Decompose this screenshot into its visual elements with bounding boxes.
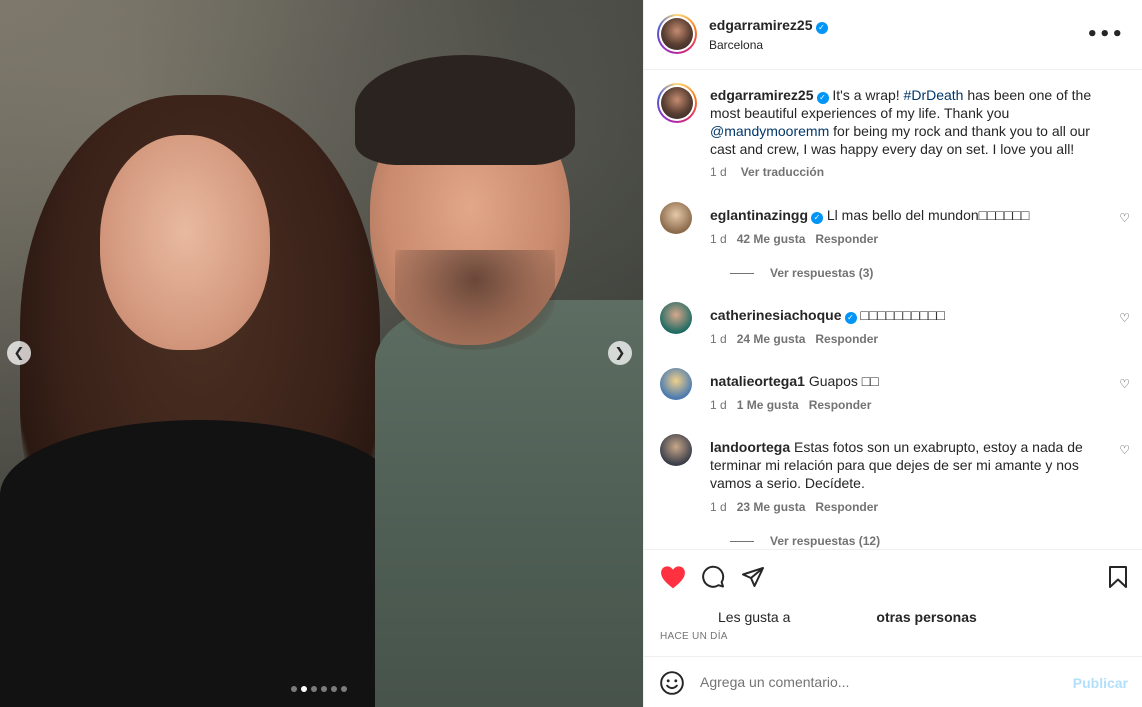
emoji-icon	[660, 671, 684, 695]
caption-avatar[interactable]	[657, 83, 697, 123]
photo-woman-body	[0, 420, 400, 707]
comment-like-icon[interactable]: ♡	[1119, 377, 1130, 391]
like-button[interactable]	[659, 563, 687, 591]
carousel-prev-button[interactable]: ❮	[7, 341, 31, 365]
commenter-avatar[interactable]	[660, 302, 692, 334]
verified-badge-icon: ✓	[816, 92, 829, 104]
post-actions-bar	[644, 549, 1142, 604]
photo-man-hair	[355, 55, 575, 165]
author-username[interactable]: edgarramirez25 ✓	[709, 17, 828, 34]
post-location[interactable]: Barcelona	[709, 38, 763, 52]
post-header: edgarramirez25 ✓ Barcelona •••	[644, 0, 1142, 70]
share-icon	[742, 567, 764, 587]
comment-likes-count[interactable]: 1 Me gusta	[737, 398, 799, 412]
reply-button[interactable]: Responder	[815, 232, 878, 246]
commenter-avatar[interactable]	[660, 368, 692, 400]
chevron-left-icon: ❮	[13, 345, 25, 361]
commenter-username[interactable]: natalieortega1	[710, 373, 805, 389]
commenter-username[interactable]: catherinesiachoque	[710, 307, 842, 323]
comment-like-icon[interactable]: ♡	[1119, 311, 1130, 325]
comment-like-icon[interactable]: ♡	[1119, 211, 1130, 225]
carousel-dot	[311, 686, 317, 692]
chevron-right-icon: ❯	[614, 345, 626, 361]
hashtag-link[interactable]: #DrDeath	[904, 87, 964, 103]
comment-likes-count[interactable]: 42 Me gusta	[737, 232, 806, 246]
comment-text: eglantinazingg ✓ Ll mas bello del mundon□…	[710, 207, 1030, 224]
reply-button[interactable]: Responder	[815, 500, 878, 514]
publish-button[interactable]: Publicar	[1073, 675, 1128, 691]
bookmark-icon	[1109, 566, 1127, 588]
comment-meta: 1 d1 Me gusta Responder	[710, 398, 872, 412]
commenter-username[interactable]: landoortega	[710, 439, 790, 455]
photo-man-shirt	[375, 300, 643, 707]
commenter-avatar[interactable]	[660, 434, 692, 466]
comment-text: natalieortega1 Guapos □□	[710, 373, 879, 389]
comment-like-icon[interactable]: ♡	[1119, 443, 1130, 457]
carousel-dot	[341, 686, 347, 692]
carousel-next-button[interactable]: ❯	[608, 341, 632, 365]
post-side-panel: edgarramirez25 ✓ Barcelona ••• edgarramir…	[643, 0, 1142, 707]
comment-input[interactable]	[700, 671, 1060, 693]
post-media[interactable]: ❮ ❯	[0, 0, 643, 707]
reply-button[interactable]: Responder	[809, 398, 872, 412]
save-button[interactable]	[1104, 563, 1132, 591]
comment-icon	[702, 565, 725, 588]
comment-button[interactable]	[699, 563, 727, 591]
verified-badge-icon: ✓	[815, 22, 828, 34]
author-avatar[interactable]	[657, 14, 697, 54]
carousel-dot	[331, 686, 337, 692]
carousel-dot	[291, 686, 297, 692]
translate-button[interactable]: Ver traducción	[741, 165, 824, 179]
comment-meta: 1 d 23 Me gusta Responder	[710, 500, 879, 514]
view-replies-button[interactable]: Ver respuestas (12)	[730, 534, 880, 548]
add-comment-bar: Publicar	[644, 656, 1142, 707]
commenter-avatar[interactable]	[660, 202, 692, 234]
emoji-button[interactable]	[659, 670, 685, 696]
comment-meta: 1 d 24 Me gusta Responder	[710, 332, 879, 346]
verified-badge-icon: ✓	[844, 312, 857, 324]
commenter-username[interactable]: eglantinazingg	[710, 207, 808, 223]
post-timestamp: HACE UN DÍA	[660, 631, 728, 642]
carousel-dot	[321, 686, 327, 692]
carousel-indicator	[291, 686, 347, 692]
photo-woman-face	[100, 135, 270, 350]
more-options-icon[interactable]: •••	[1086, 24, 1124, 45]
heart-filled-icon	[661, 566, 685, 589]
comment-text: landoortega Estas fotos son un exabrupto…	[710, 439, 1083, 491]
comment-text: catherinesiachoque ✓ □□□□□□□□□□	[710, 307, 945, 324]
caption-meta: 1 d Ver traducción	[710, 165, 825, 179]
share-button[interactable]	[739, 563, 767, 591]
verified-badge-icon: ✓	[811, 212, 823, 224]
photo-man-beard	[395, 250, 555, 350]
comments-list[interactable]: edgarramirez25 ✓ It's a wrap! #DrDeath ha…	[644, 71, 1142, 549]
likes-summary[interactable]: Les gusta a otras personas	[718, 609, 977, 625]
caption-username[interactable]: edgarramirez25	[710, 87, 814, 103]
mention-link[interactable]: @mandymooremm	[710, 123, 829, 139]
caption-text: edgarramirez25 ✓ It's a wrap! #DrDeath ha…	[710, 87, 1092, 157]
comment-meta: 1 d 42 Me gusta Responder	[710, 232, 879, 246]
view-replies-button[interactable]: Ver respuestas (3)	[730, 266, 873, 280]
comment-likes-count[interactable]: 23 Me gusta	[737, 500, 806, 514]
comment-likes-count[interactable]: 24 Me gusta	[737, 332, 806, 346]
carousel-dot-active	[301, 686, 307, 692]
reply-button[interactable]: Responder	[815, 332, 878, 346]
